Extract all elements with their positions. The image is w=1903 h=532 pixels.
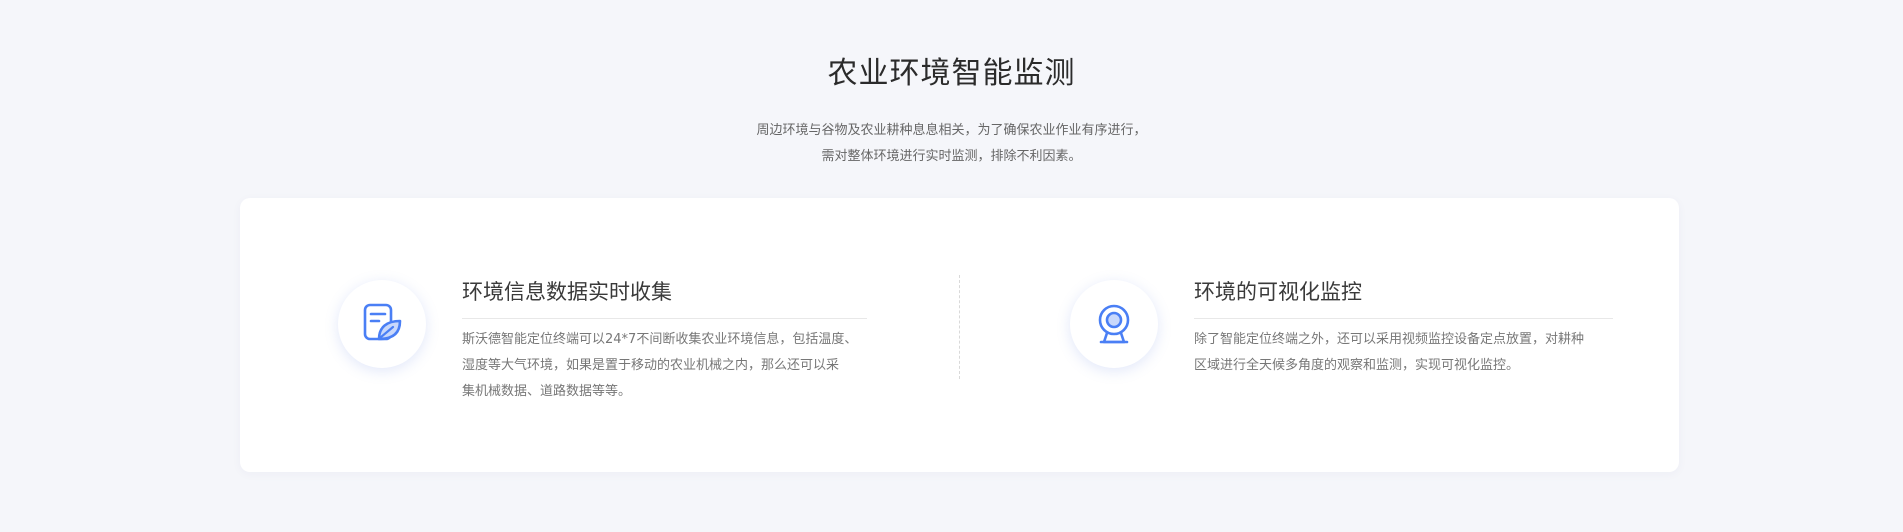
webcam-icon <box>1098 304 1130 344</box>
feature-description-line: 区域进行全天候多角度的观察和监测，实现可视化监控。 <box>1194 358 1520 373</box>
feature-title: 环境信息数据实时收集 <box>462 274 867 319</box>
section-description: 周边环境与谷物及农业耕种息息相关，为了确保农业作业有序进行， 需对整体环境进行实… <box>0 118 1903 170</box>
features-card: 环境信息数据实时收集 斯沃德智能定位终端可以24*7不间断收集农业环境信息，包括… <box>240 198 1679 472</box>
feature-divider <box>959 275 960 379</box>
feature-text: 环境的可视化监控 除了智能定位终端之外，还可以采用视频监控设备定点放置，对耕种 … <box>1194 274 1613 379</box>
feature-description: 斯沃德智能定位终端可以24*7不间断收集农业环境信息，包括温度、 湿度等大气环境… <box>462 327 867 405</box>
feature-description: 除了智能定位终端之外，还可以采用视频监控设备定点放置，对耕种 区域进行全天候多角… <box>1194 327 1613 379</box>
feature-text: 环境信息数据实时收集 斯沃德智能定位终端可以24*7不间断收集农业环境信息，包括… <box>462 274 867 405</box>
section-description-line: 需对整体环境进行实时监测，排除不利因素。 <box>821 149 1082 164</box>
feature-title: 环境的可视化监控 <box>1194 274 1613 319</box>
section-description-line: 周边环境与谷物及农业耕种息息相关，为了确保农业作业有序进行， <box>756 123 1147 138</box>
feature-description-line: 湿度等大气环境，如果是置于移动的农业机械之内，那么还可以采 <box>462 358 840 373</box>
section-title: 农业环境智能监测 <box>827 56 1076 91</box>
feature-icon-badge <box>338 280 426 368</box>
document-leaf-icon <box>363 303 402 341</box>
feature-description-line: 集机械数据、道路数据等等。 <box>462 384 632 399</box>
feature-description-line: 斯沃德智能定位终端可以24*7不间断收集农业环境信息，包括温度、 <box>462 332 858 347</box>
feature-description-line: 除了智能定位终端之外，还可以采用视频监控设备定点放置，对耕种 <box>1194 332 1585 347</box>
feature-icon-badge <box>1070 280 1158 368</box>
